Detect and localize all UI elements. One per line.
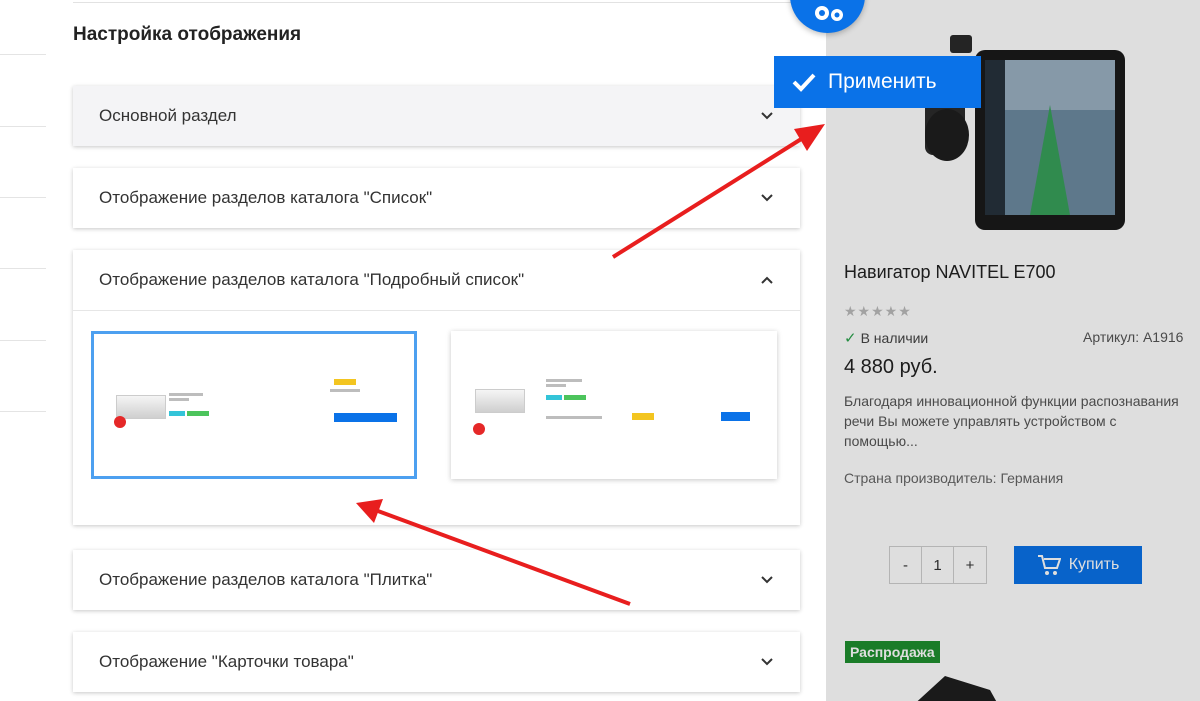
apply-button[interactable]: Применить: [774, 56, 981, 108]
variant-thumbnail: [116, 395, 166, 419]
chevron-down-icon: [760, 573, 774, 587]
checkmark-icon: [792, 73, 816, 92]
accordion-catalog-list: Отображение разделов каталога "Список": [73, 168, 800, 228]
accordion-header[interactable]: Отображение разделов каталога "Список": [73, 168, 800, 228]
product-price: 4 880 руб.: [844, 356, 938, 378]
product-sku: Артикул: A1916: [1083, 329, 1184, 345]
mini-tag: [169, 411, 185, 416]
buy-button[interactable]: Купить: [1014, 546, 1142, 584]
accordion-label: Отображение разделов каталога "Плитка": [99, 570, 433, 589]
panel-title: Настройка отображения: [73, 24, 302, 45]
accordion-main-section: Основной раздел: [73, 86, 800, 146]
sale-badge: Распродажа: [845, 641, 940, 663]
stock-label: В наличии: [860, 330, 929, 346]
accordion-catalog-detailed-list: Отображение разделов каталога "Подробный…: [73, 250, 800, 525]
discount-badge-icon: [473, 423, 485, 435]
second-product-image[interactable]: [900, 668, 1010, 701]
stock-status: ✓ В наличии: [844, 329, 928, 347]
accordion-header[interactable]: Отображение разделов каталога "Подробный…: [73, 250, 800, 310]
accordion-header[interactable]: Отображение "Карточки товара": [73, 632, 800, 692]
cart-icon: [1037, 555, 1061, 575]
check-icon: ✓: [844, 330, 857, 347]
divider: [73, 2, 826, 3]
product-description: Благодаря инновационной функции распозна…: [844, 393, 1179, 449]
accordion-label: Отображение разделов каталога "Подробный…: [99, 270, 525, 289]
rating-stars: ★★★★★: [844, 303, 912, 319]
mini-tag: [632, 413, 654, 420]
accordion-product-card: Отображение "Карточки товара": [73, 632, 800, 692]
mini-tag: [564, 395, 586, 400]
mini-tag: [546, 395, 562, 400]
layout-variant-2[interactable]: [451, 331, 777, 479]
product-country: Страна производитель: Германия: [844, 470, 1064, 486]
product-name[interactable]: Навигатор NAVITEL E700: [844, 262, 1056, 283]
variant-thumbnail: [475, 389, 525, 413]
qty-decrement-button[interactable]: -: [890, 547, 922, 583]
mini-buy-button: [334, 413, 397, 422]
mini-buy-button: [721, 412, 750, 421]
apply-button-label: Применить: [828, 70, 937, 93]
gears-icon: [814, 6, 843, 21]
layout-variant-1[interactable]: [91, 331, 417, 479]
quantity-stepper: - 1 +: [889, 546, 987, 584]
accordion-label: Отображение разделов каталога "Список": [99, 188, 433, 207]
chevron-down-icon: [760, 109, 774, 123]
discount-badge-icon: [114, 416, 126, 428]
qty-increment-button[interactable]: +: [954, 547, 986, 583]
qty-value-input[interactable]: 1: [922, 547, 954, 583]
mini-text-lines: [546, 416, 602, 421]
mini-text-lines: [169, 393, 203, 403]
mini-text-lines: [330, 389, 360, 394]
left-sidebar-strip: [0, 0, 46, 701]
accordion-catalog-tile: Отображение разделов каталога "Плитка": [73, 550, 800, 610]
chevron-up-icon: [760, 273, 774, 287]
chevron-down-icon: [760, 191, 774, 205]
accordion-body: [73, 310, 800, 525]
accordion-header[interactable]: Отображение разделов каталога "Плитка": [73, 550, 800, 610]
mini-tag: [334, 379, 356, 385]
mini-text-lines: [546, 379, 582, 389]
buy-button-label: Купить: [1068, 556, 1120, 573]
mini-tag: [187, 411, 209, 416]
accordion-label: Основной раздел: [99, 106, 237, 125]
chevron-down-icon: [760, 655, 774, 669]
accordion-label: Отображение "Карточки товара": [99, 652, 354, 671]
accordion-header[interactable]: Основной раздел: [73, 86, 800, 146]
